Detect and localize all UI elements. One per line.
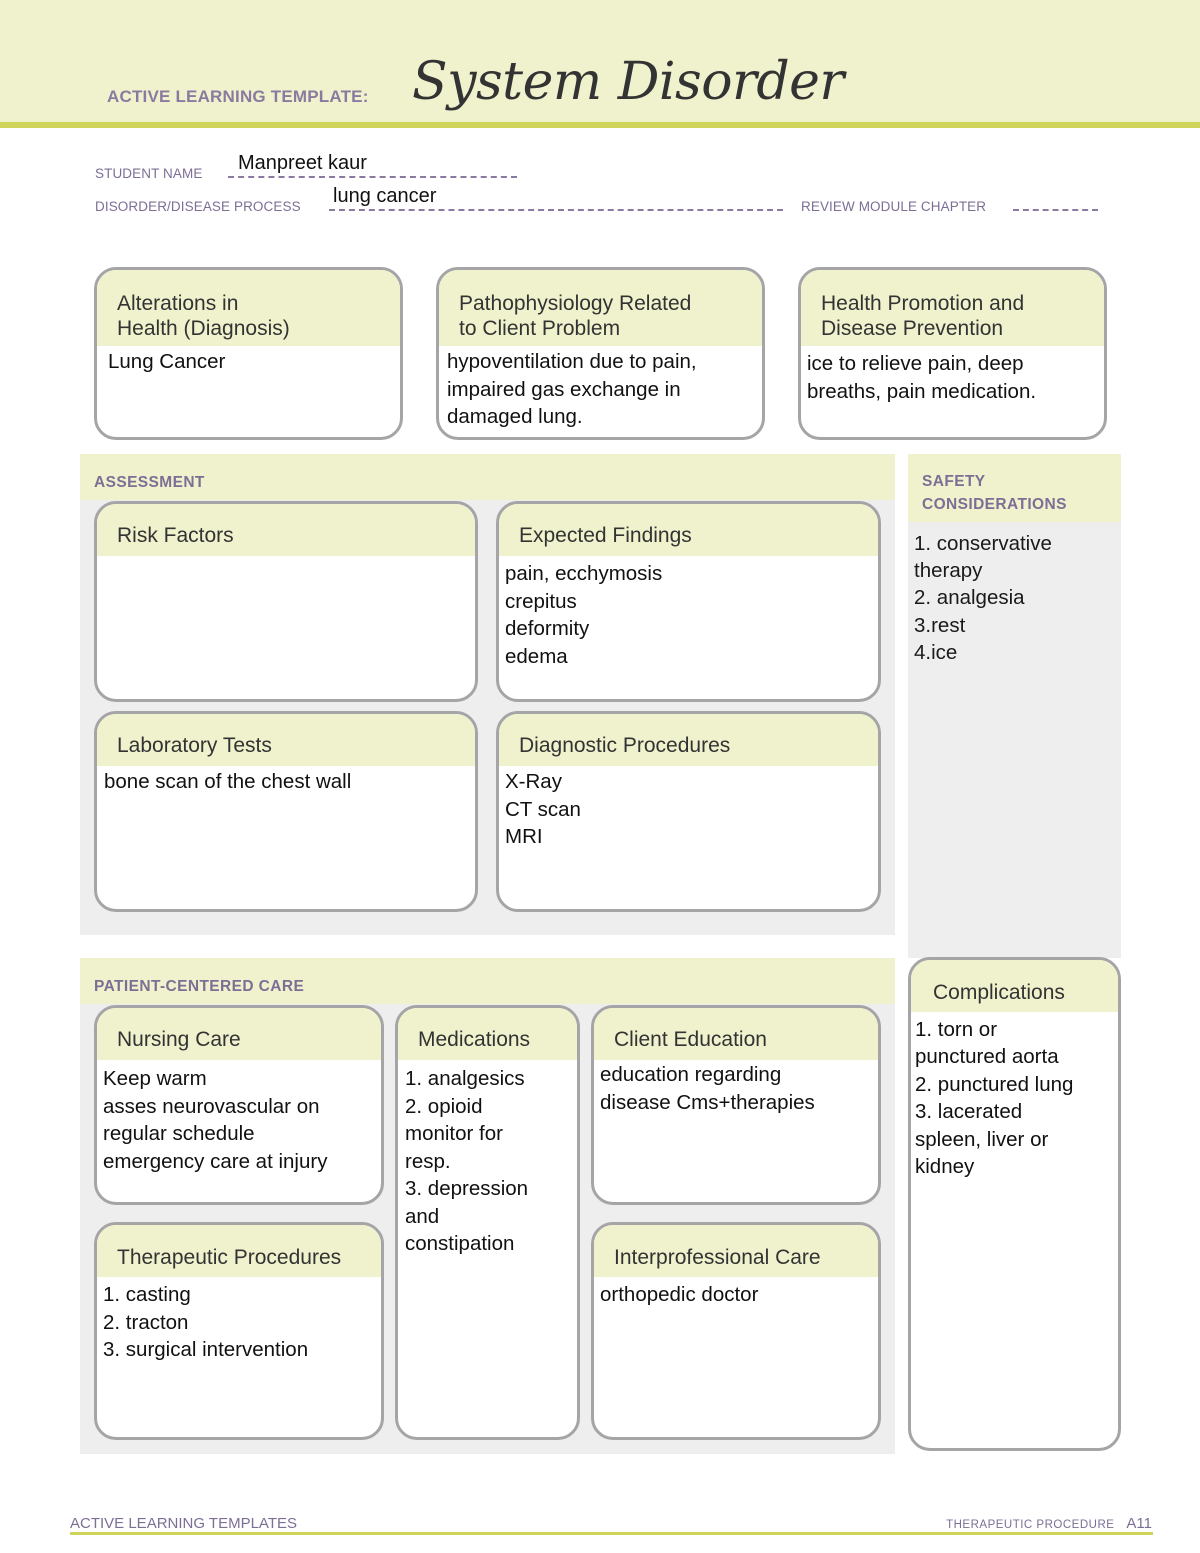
health-promotion-title: Health Promotion and Disease Prevention	[801, 270, 1104, 346]
diagnostic-procedures-title: Diagnostic Procedures	[499, 714, 878, 766]
complications-box: Complications 1. torn or punctured aorta…	[908, 957, 1121, 1451]
client-education-box: Client Education education regarding dis…	[591, 1005, 881, 1205]
student-name-field[interactable]: Manpreet kaur	[238, 152, 367, 175]
review-chapter-label: REVIEW MODULE CHAPTER	[801, 199, 987, 214]
template-label: ACTIVE LEARNING TEMPLATE:	[107, 87, 369, 106]
interprofessional-care-body[interactable]: orthopedic doctor	[594, 1277, 878, 1311]
risk-factors-title: Risk Factors	[97, 504, 475, 556]
risk-factors-body[interactable]	[97, 556, 475, 560]
alterations-box: Alterations in Health (Diagnosis) Lung C…	[94, 267, 403, 440]
nursing-care-title: Nursing Care	[97, 1008, 381, 1060]
footer-title: ACTIVE LEARNING TEMPLATES	[70, 1515, 297, 1532]
pathophysiology-box: Pathophysiology Related to Client Proble…	[436, 267, 765, 440]
client-education-title: Client Education	[594, 1008, 878, 1060]
client-education-body[interactable]: education regarding disease Cms+therapie…	[594, 1060, 878, 1118]
medications-title: Medications	[398, 1008, 577, 1060]
footer-section-label: THERAPEUTIC PROCEDURE	[946, 1519, 1115, 1531]
alterations-body[interactable]: Lung Cancer	[97, 346, 400, 378]
expected-findings-box: Expected Findings pain, ecchymosis crepi…	[496, 501, 881, 702]
pathophysiology-title: Pathophysiology Related to Client Proble…	[439, 270, 762, 346]
therapeutic-procedures-box: Therapeutic Procedures 1. casting 2. tra…	[94, 1222, 384, 1440]
footer-rule	[70, 1532, 1153, 1535]
complications-body[interactable]: 1. torn or punctured aorta 2. punctured …	[911, 1012, 1118, 1182]
footer-right: THERAPEUTIC PROCEDURE A11	[946, 1515, 1152, 1532]
page-number: A11	[1126, 1515, 1152, 1532]
patient-centered-care-title: PATIENT-CENTERED CARE	[94, 978, 305, 995]
health-promotion-body[interactable]: ice to relieve pain, deep breaths, pain …	[801, 346, 1104, 407]
therapeutic-procedures-body[interactable]: 1. casting 2. tracton 3. surgical interv…	[97, 1277, 381, 1366]
interprofessional-care-box: Interprofessional Care orthopedic doctor	[591, 1222, 881, 1440]
disorder-line	[329, 209, 783, 211]
therapeutic-procedures-title: Therapeutic Procedures	[97, 1225, 381, 1277]
nursing-care-box: Nursing Care Keep warm asses neurovascul…	[94, 1005, 384, 1205]
health-promotion-box: Health Promotion and Disease Prevention …	[798, 267, 1107, 440]
diagnostic-procedures-body[interactable]: X-Ray CT scan MRI	[499, 766, 878, 853]
student-name-line	[228, 176, 517, 178]
page-title: System Disorder	[412, 52, 844, 112]
laboratory-tests-body[interactable]: bone scan of the chest wall	[97, 766, 475, 798]
nursing-care-body[interactable]: Keep warm asses neurovascular on regular…	[97, 1060, 381, 1177]
expected-findings-title: Expected Findings	[499, 504, 878, 556]
alterations-title: Alterations in Health (Diagnosis)	[97, 270, 400, 346]
disorder-field[interactable]: lung cancer	[333, 185, 436, 208]
risk-factors-box: Risk Factors	[94, 501, 478, 702]
laboratory-tests-box: Laboratory Tests bone scan of the chest …	[94, 711, 478, 912]
disorder-label: DISORDER/DISEASE PROCESS	[95, 199, 301, 214]
pathophysiology-body[interactable]: hypoventilation due to pain, impaired ga…	[439, 346, 762, 433]
medications-body[interactable]: 1. analgesics 2. opioid monitor for resp…	[398, 1060, 577, 1260]
expected-findings-body[interactable]: pain, ecchymosis crepitus deformity edem…	[499, 556, 878, 672]
safety-body[interactable]: 1. conservative therapy 2. analgesia 3.r…	[914, 530, 1114, 666]
student-name-label: STUDENT NAME	[95, 166, 203, 181]
complications-title: Complications	[911, 960, 1118, 1012]
review-chapter-line	[1013, 209, 1098, 211]
diagnostic-procedures-box: Diagnostic Procedures X-Ray CT scan MRI	[496, 711, 881, 912]
medications-box: Medications 1. analgesics 2. opioid moni…	[395, 1005, 580, 1440]
interprofessional-care-title: Interprofessional Care	[594, 1225, 878, 1277]
laboratory-tests-title: Laboratory Tests	[97, 714, 475, 766]
assessment-title: ASSESSMENT	[94, 474, 205, 491]
header-rule	[0, 122, 1200, 128]
safety-title: SAFETY CONSIDERATIONS	[922, 473, 1067, 513]
